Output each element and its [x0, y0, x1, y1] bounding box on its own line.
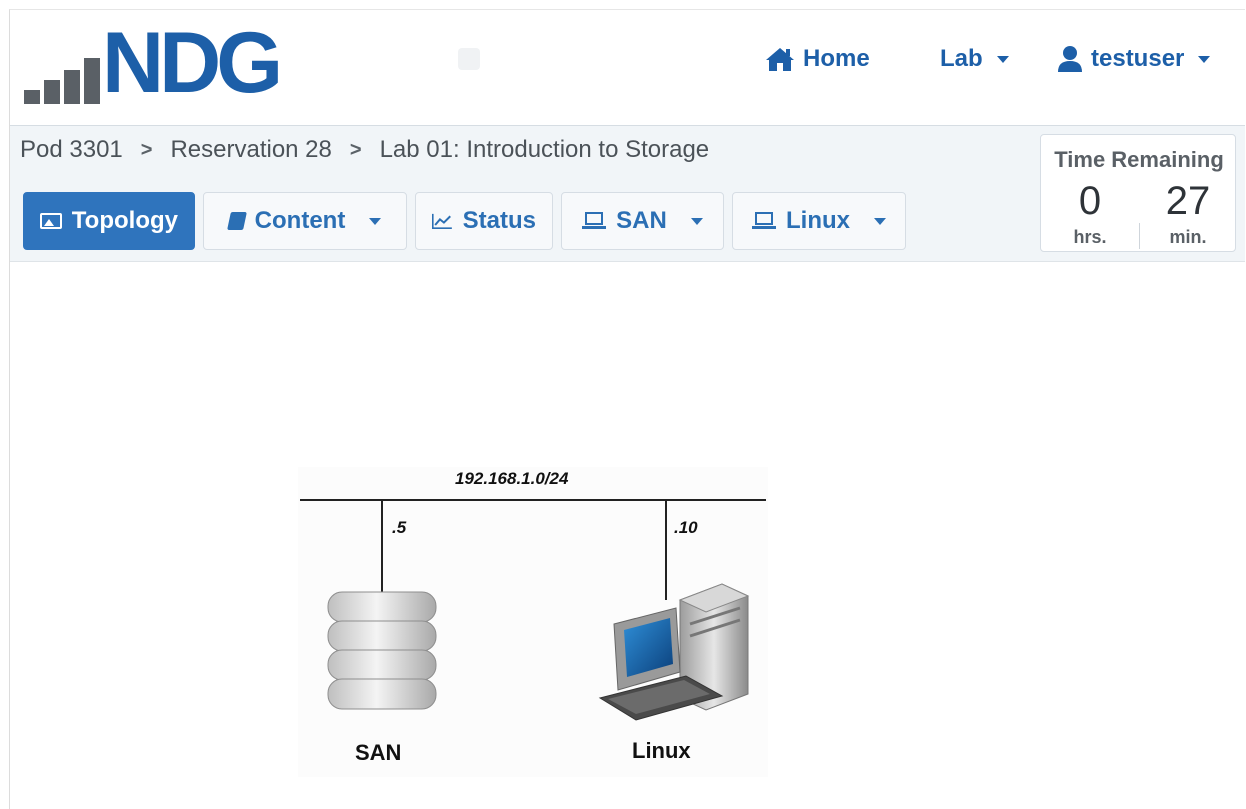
faded-nav-item — [496, 50, 566, 72]
lab-tabs: Topology Content Status SAN Linux — [23, 192, 906, 250]
breadcrumb-lab: Lab 01: Introduction to Storage — [379, 136, 710, 163]
top-navbar: NDG Home Lab testuser — [10, 10, 1245, 126]
tab-status-label: Status — [462, 207, 536, 234]
breadcrumb-reservation[interactable]: Reservation 28 — [170, 136, 331, 164]
image-icon — [40, 213, 62, 229]
logo-bars-icon — [24, 58, 106, 104]
tab-linux-label: Linux — [786, 207, 850, 234]
nav-home-label: Home — [803, 45, 870, 72]
chevron-right-icon: > — [349, 138, 362, 161]
hours-unit: hrs. — [1073, 227, 1107, 247]
tab-content-label: Content — [254, 207, 346, 234]
breadcrumb: Pod 3301 > Reservation 28 > Lab 01: Intr… — [20, 136, 709, 164]
faded-icon — [458, 48, 480, 70]
nav-user-label: testuser — [1091, 45, 1185, 72]
chevron-right-icon: > — [140, 138, 153, 161]
chevron-down-icon — [369, 217, 382, 225]
logo-text: NDG — [102, 15, 283, 111]
chevron-down-icon — [874, 217, 886, 225]
breadcrumb-pod[interactable]: Pod 3301 — [20, 136, 123, 164]
chevron-down-icon — [996, 55, 1009, 63]
tab-linux[interactable]: Linux — [732, 192, 906, 250]
lab-toolbar: Pod 3301 > Reservation 28 > Lab 01: Intr… — [10, 126, 1245, 262]
topology-diagram — [298, 467, 768, 777]
tab-san-label: SAN — [616, 207, 667, 234]
san-ip-label: .5 — [392, 518, 407, 537]
minutes-value: 27 — [1165, 179, 1211, 223]
storage-icon — [327, 591, 437, 710]
line-chart-icon — [432, 213, 452, 229]
ndg-logo[interactable]: NDG — [24, 20, 314, 106]
nav-user-dropdown[interactable]: testuser — [1057, 43, 1211, 75]
san-node-label[interactable]: SAN — [355, 740, 401, 766]
tab-san[interactable]: SAN — [561, 192, 724, 250]
app-frame: NDG Home Lab testuser Pod 3301 > Reserva… — [9, 9, 1245, 809]
nav-home-link[interactable]: Home — [765, 43, 870, 75]
timer-divider — [1139, 223, 1140, 249]
chevron-down-icon — [690, 217, 703, 225]
topology-view: 192.168.1.0/24 .5 .10 SAN Linux — [10, 262, 1245, 809]
chevron-down-icon — [1198, 55, 1211, 63]
minutes-unit: min. — [1169, 227, 1207, 247]
linux-ip-label: .10 — [674, 518, 698, 537]
home-icon — [766, 48, 794, 71]
nav-lab-dropdown[interactable]: Lab — [940, 43, 1009, 75]
user-icon — [1058, 46, 1082, 72]
tab-content[interactable]: Content — [203, 192, 407, 250]
book-icon — [226, 212, 247, 230]
network-label: 192.168.1.0/24 — [455, 469, 569, 488]
laptop-icon — [752, 212, 776, 230]
faded-nav-item — [608, 50, 668, 72]
tab-topology-label: Topology — [71, 207, 178, 234]
linux-node-label[interactable]: Linux — [632, 738, 691, 764]
nav-lab-label: Lab — [940, 45, 983, 72]
laptop-icon — [582, 212, 607, 230]
tab-status[interactable]: Status — [415, 192, 553, 250]
hours-value: 0 — [1078, 179, 1102, 223]
time-remaining-title: Time Remaining — [1054, 147, 1224, 172]
tab-topology[interactable]: Topology — [23, 192, 195, 250]
time-remaining-panel: Time Remaining 0 27 hrs. min. — [1040, 134, 1236, 252]
